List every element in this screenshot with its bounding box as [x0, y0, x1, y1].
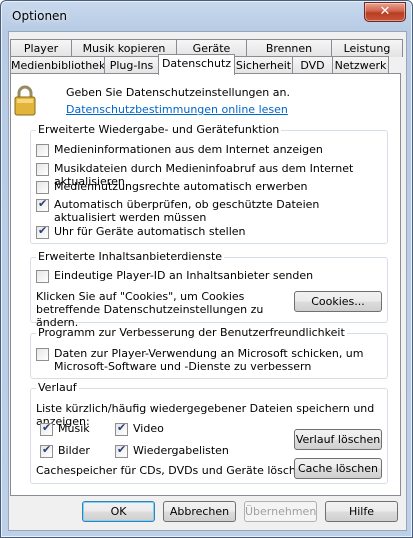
ok-button[interactable]: OK	[82, 501, 155, 522]
checkbox-box[interactable]	[36, 144, 49, 157]
tab-brennen[interactable]: Brennen	[246, 39, 332, 57]
tab-sicherheit[interactable]: Sicherheit	[234, 56, 293, 74]
clear-cache-button[interactable]: Cache löschen	[294, 458, 382, 479]
checkbox-box[interactable]	[36, 348, 49, 361]
checkbox-label: Video	[133, 422, 164, 435]
apply-button[interactable]: Übernehmen	[244, 501, 317, 522]
checkbox-box[interactable]	[36, 270, 49, 283]
checkbox-box[interactable]	[36, 224, 49, 239]
privacy-statement-link[interactable]: Datenschutzbestimmungen online lesen	[66, 103, 288, 116]
checkbox-protected-files[interactable]: Automatisch überprüfen, ob geschützte Da…	[36, 197, 381, 224]
cancel-button[interactable]: Abbrechen	[163, 501, 236, 522]
checkbox-label: Medieninformationen aus dem Internet anz…	[54, 143, 323, 156]
checkbox-box[interactable]	[36, 163, 49, 176]
help-button[interactable]: Hilfe	[325, 501, 398, 522]
title-bar[interactable]: Optionen	[1, 1, 412, 31]
checkbox-history-music[interactable]: Musik	[40, 421, 90, 436]
cookies-description: Klicken Sie auf "Cookies", um Cookies be…	[36, 290, 264, 329]
checkbox-player-id[interactable]: Eindeutige Player-ID an Inhaltsanbieter …	[36, 269, 313, 283]
privacy-intro-text: Geben Sie Datenschutzeinstellungen an.	[66, 86, 290, 99]
checkbox-box[interactable]	[115, 421, 128, 436]
checkbox-label: Daten zur Player-Verwendung an Microsoft…	[54, 347, 364, 373]
checkbox-media-info[interactable]: Medieninformationen aus dem Internet anz…	[36, 143, 323, 157]
tab-dvd[interactable]: DVD	[292, 56, 333, 74]
checkbox-label: Wiedergabelisten	[133, 444, 229, 457]
history-description: Liste kürzlich/häufig wiedergegebener Da…	[36, 402, 375, 428]
checkbox-box[interactable]	[115, 443, 128, 458]
group-ceip-title: Programm zur Verbesserung der Benutzerfr…	[36, 326, 347, 339]
tab-datenschutz[interactable]: Datenschutz	[158, 54, 235, 75]
tab-leistung[interactable]: Leistung	[331, 39, 403, 57]
cookies-button[interactable]: Cookies...	[294, 291, 382, 312]
clear-history-button[interactable]: Verlauf löschen	[294, 429, 382, 450]
checkbox-ceip[interactable]: Daten zur Player-Verwendung an Microsoft…	[36, 347, 381, 373]
checkbox-label: Eindeutige Player-ID an Inhaltsanbieter …	[54, 269, 314, 282]
checkbox-history-pictures[interactable]: Bilder	[40, 443, 90, 458]
checkbox-label: Mediennutzungsrechte automatisch erwerbe…	[54, 180, 308, 193]
tab-medienbibliothek[interactable]: Medienbibliothek	[10, 56, 105, 74]
close-button[interactable]: ✕	[364, 2, 406, 22]
checkbox-label: Musik	[58, 422, 90, 435]
group-playback-title: Erweiterte Wiedergabe- und Gerätefunktio…	[36, 123, 282, 136]
tab-netzwerk[interactable]: Netzwerk	[332, 56, 389, 74]
lock-icon	[14, 85, 36, 116]
checkbox-usage-rights[interactable]: Mediennutzungsrechte automatisch erwerbe…	[36, 180, 308, 194]
tab-player[interactable]: Player	[10, 39, 72, 57]
tab-plug-ins[interactable]: Plug-Ins	[104, 56, 159, 74]
checkbox-label: Bilder	[58, 444, 90, 457]
checkbox-device-clock[interactable]: Uhr für Geräte automatisch stellen	[36, 224, 246, 239]
checkbox-box[interactable]	[40, 443, 53, 458]
checkbox-label: Uhr für Geräte automatisch stellen	[54, 225, 246, 238]
window-title: Optionen	[12, 9, 68, 23]
checkbox-history-video[interactable]: Video	[115, 421, 164, 436]
group-providers-title: Erweiterte Inhaltsanbieterdienste	[36, 250, 225, 263]
checkbox-box[interactable]	[40, 421, 53, 436]
checkbox-history-playlists[interactable]: Wiedergabelisten	[115, 443, 229, 458]
checkbox-box[interactable]	[36, 181, 49, 194]
checkbox-label: Automatisch überprüfen, ob geschützte Da…	[54, 198, 320, 224]
cache-description: Cachespeicher für CDs, DVDs und Geräte l…	[36, 464, 314, 477]
checkbox-box[interactable]	[36, 197, 49, 212]
group-history-title: Verlauf	[36, 381, 79, 394]
